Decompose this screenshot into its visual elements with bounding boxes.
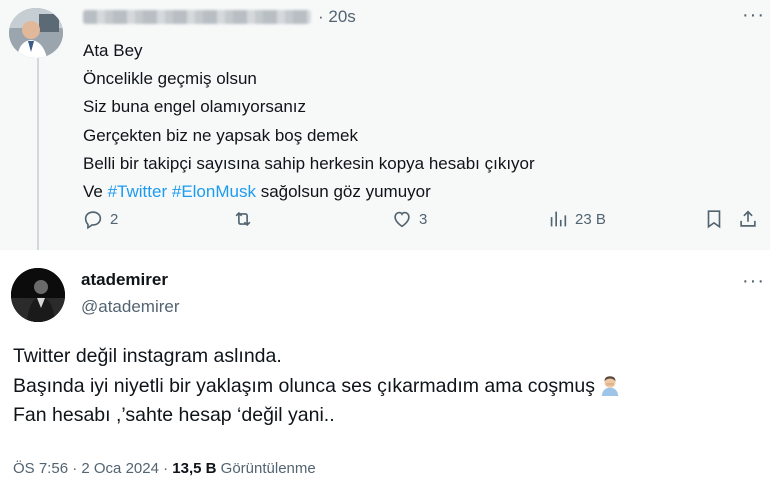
reply-line-prefix: Ve bbox=[83, 182, 108, 202]
reply-line-suffix: sağolsun göz yumuyor bbox=[255, 182, 431, 202]
reply-count: 2 bbox=[110, 210, 119, 228]
like-count: 3 bbox=[419, 210, 428, 228]
like-icon bbox=[394, 211, 410, 228]
share-icon bbox=[740, 210, 756, 227]
reply-line: Öncelikle geçmiş olsun bbox=[83, 69, 257, 89]
views-icon bbox=[550, 211, 567, 227]
reply-button[interactable]: 2 bbox=[82, 208, 118, 230]
reply-icon bbox=[84, 211, 102, 230]
reply-tweet[interactable]: · 20s ··· Ata Bey Öncelikle geçmiş olsun… bbox=[0, 0, 770, 258]
share-button[interactable] bbox=[737, 208, 759, 230]
author-display-name[interactable]: atademirer bbox=[81, 270, 168, 290]
reply-line-hashtags: Ve #Twitter #ElonMusk sağolsun göz yumuy… bbox=[83, 178, 535, 206]
reply-timestamp[interactable]: · 20s bbox=[318, 7, 356, 27]
retweet-button[interactable] bbox=[232, 208, 260, 230]
author-handle[interactable]: @atademirer bbox=[81, 297, 180, 317]
reply-line: Gerçekten biz ne yapsak boş demek bbox=[83, 125, 358, 145]
tweet-views-label: Görüntülenme bbox=[220, 460, 316, 477]
tweet-views-count: 13,5 B bbox=[172, 460, 217, 477]
hashtag-elonmusk-link[interactable]: #ElonMusk bbox=[172, 182, 256, 201]
tweet-line: Fan hesabı ,’sahte hesap ‘değil yani.. bbox=[13, 404, 335, 426]
tweet-text: Twitter değil instagram aslında. Başında… bbox=[13, 342, 621, 431]
retweet-icon bbox=[235, 211, 251, 227]
like-button[interactable]: 3 bbox=[391, 208, 427, 230]
reply-more-icon[interactable]: ··· bbox=[742, 4, 765, 27]
tweet-line: Twitter değil instagram aslında. bbox=[13, 345, 282, 367]
main-tweet[interactable]: atademirer @atademirer ··· Twitter değil… bbox=[0, 250, 770, 485]
author-avatar[interactable] bbox=[11, 268, 65, 322]
tweet-date[interactable]: · 2 Oca 2024 · bbox=[72, 460, 168, 477]
hashtag-twitter-link[interactable]: #Twitter bbox=[108, 182, 168, 201]
reply-author-name-blurred[interactable] bbox=[83, 10, 311, 24]
man-facepalming-emoji bbox=[601, 375, 619, 396]
tweet-line-text: Başında iyi niyetli bir yaklaşım olunca … bbox=[13, 374, 595, 397]
tweet-time-link[interactable]: ÖS 7:56 bbox=[13, 460, 68, 477]
bookmark-button[interactable] bbox=[703, 208, 725, 230]
bookmark-icon bbox=[707, 210, 721, 229]
reply-author-avatar[interactable] bbox=[9, 8, 63, 58]
views-button[interactable]: 23 B bbox=[547, 208, 606, 230]
tweet-meta: ÖS 7:56 · 2 Oca 2024 · 13,5 B Görüntülen… bbox=[13, 460, 316, 477]
reply-text: Ata Bey Öncelikle geçmiş olsun Siz buna … bbox=[83, 37, 535, 206]
views-count: 23 B bbox=[575, 210, 606, 228]
tweet-more-icon[interactable]: ··· bbox=[742, 270, 765, 293]
reply-line: Ata Bey bbox=[83, 41, 143, 60]
reply-line: Siz buna engel olamıyorsanız bbox=[83, 97, 307, 117]
reply-action-bar: 2 3 23 B bbox=[0, 208, 770, 238]
reply-line: Belli bir takipçi sayısına sahip herkesi… bbox=[83, 153, 535, 173]
tweet-line: Başında iyi niyetli bir yaklaşım olunca … bbox=[13, 372, 621, 402]
